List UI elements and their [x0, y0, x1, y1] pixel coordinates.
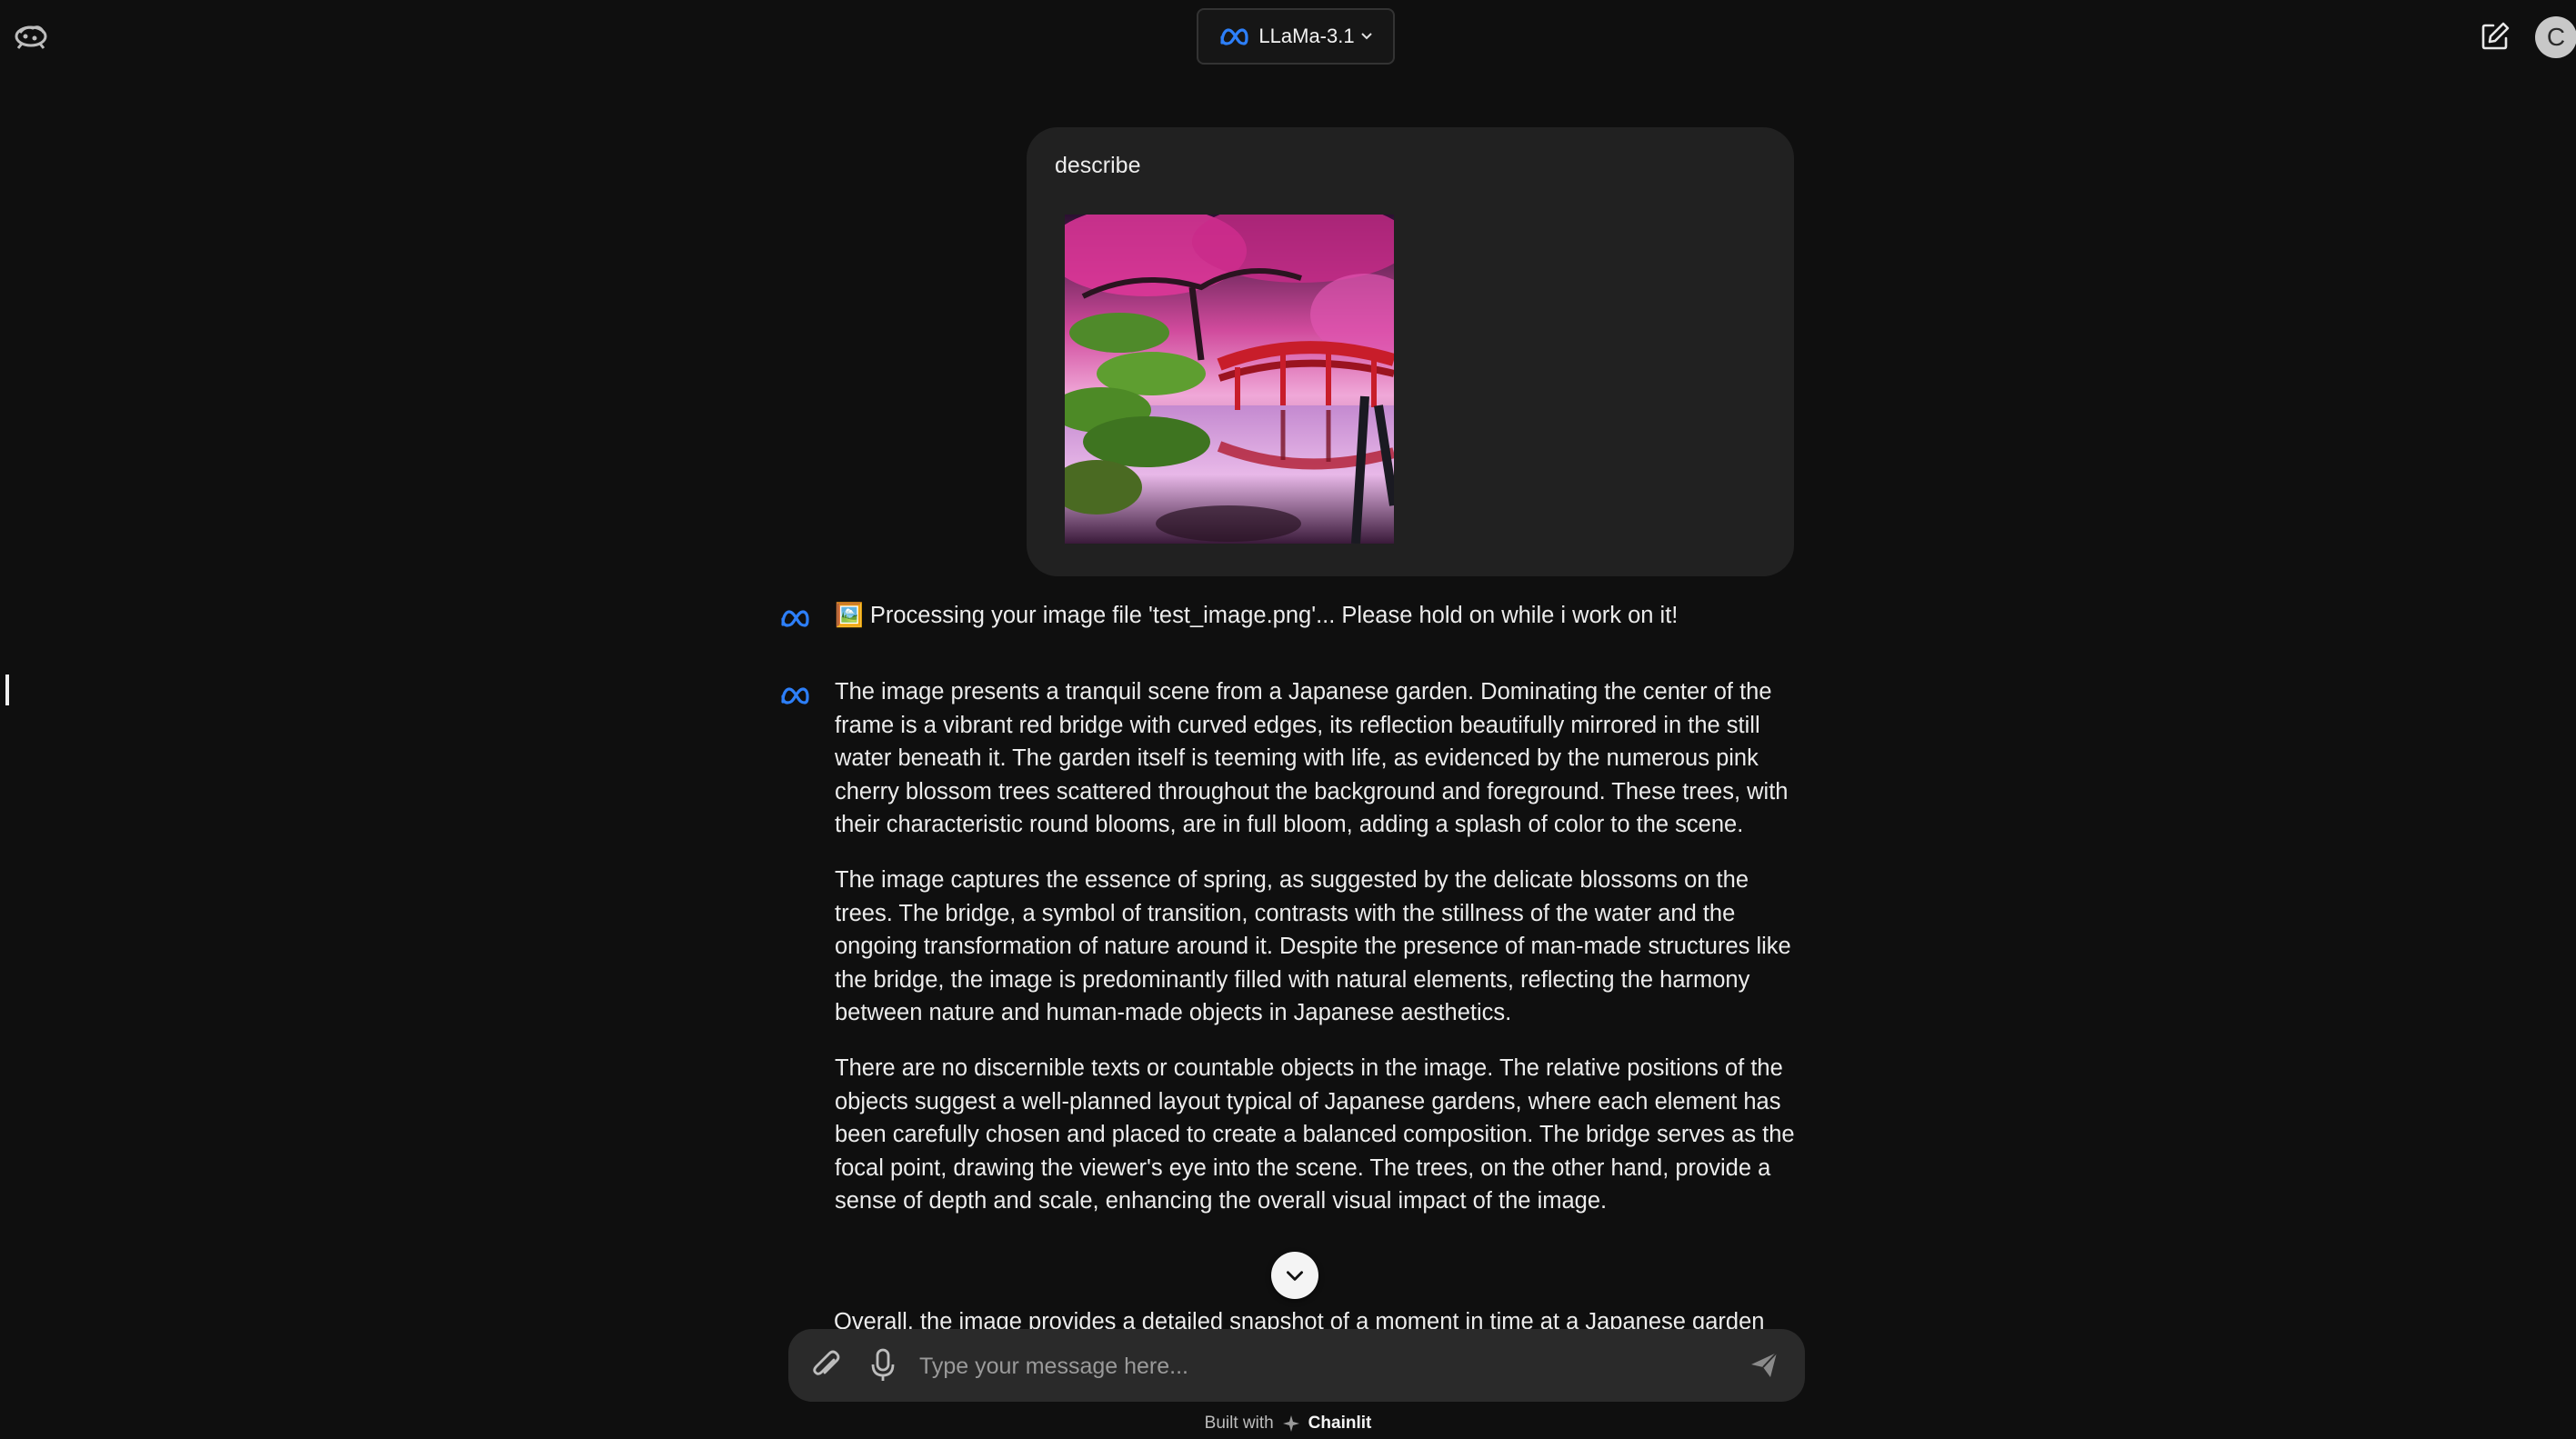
assistant-message-description: The image presents a tranquil scene from…	[835, 675, 1799, 1240]
user-message: describe	[1027, 127, 1794, 576]
message-input[interactable]	[917, 1342, 1703, 1391]
description-paragraph: The image captures the essence of spring…	[835, 867, 1791, 1025]
scroll-down-button[interactable]	[1271, 1252, 1318, 1299]
chainlit-logo-icon	[1282, 1415, 1299, 1432]
meta-logo-icon	[1220, 28, 1249, 45]
paperclip-icon[interactable]	[808, 1347, 845, 1384]
avatar-initial: C	[2546, 23, 2566, 51]
assistant-message-processing: 🖼️ Processing your image file 'test_imag…	[835, 603, 1679, 628]
chevron-down-icon	[1360, 33, 1372, 40]
text-cursor	[5, 675, 9, 705]
microphone-icon[interactable]	[868, 1347, 897, 1384]
description-paragraph: There are no discernible texts or counta…	[835, 1055, 1795, 1214]
attached-image[interactable]	[1065, 215, 1394, 544]
chevron-down-icon	[1287, 1271, 1303, 1281]
meta-logo-icon	[781, 687, 809, 705]
send-icon[interactable]	[1749, 1349, 1779, 1380]
model-label: LLaMa-3.1	[1258, 25, 1355, 47]
user-message-text: describe	[1055, 153, 1141, 178]
user-avatar[interactable]: C	[2535, 16, 2576, 58]
footer-brand[interactable]: Chainlit	[1308, 1414, 1372, 1434]
meta-logo-icon	[781, 610, 809, 627]
footer: Built with Chainlit	[0, 1411, 2576, 1436]
description-paragraph-truncated: Overall, the image provides a detailed s…	[834, 1309, 1765, 1329]
model-selector[interactable]: LLaMa-3.1	[1197, 8, 1395, 65]
description-paragraph: The image presents a tranquil scene from…	[835, 679, 1789, 837]
footer-built-with: Built with	[1204, 1414, 1274, 1433]
app-logo-icon[interactable]	[13, 20, 49, 51]
message-composer	[788, 1329, 1805, 1402]
new-chat-icon[interactable]	[2479, 20, 2511, 53]
